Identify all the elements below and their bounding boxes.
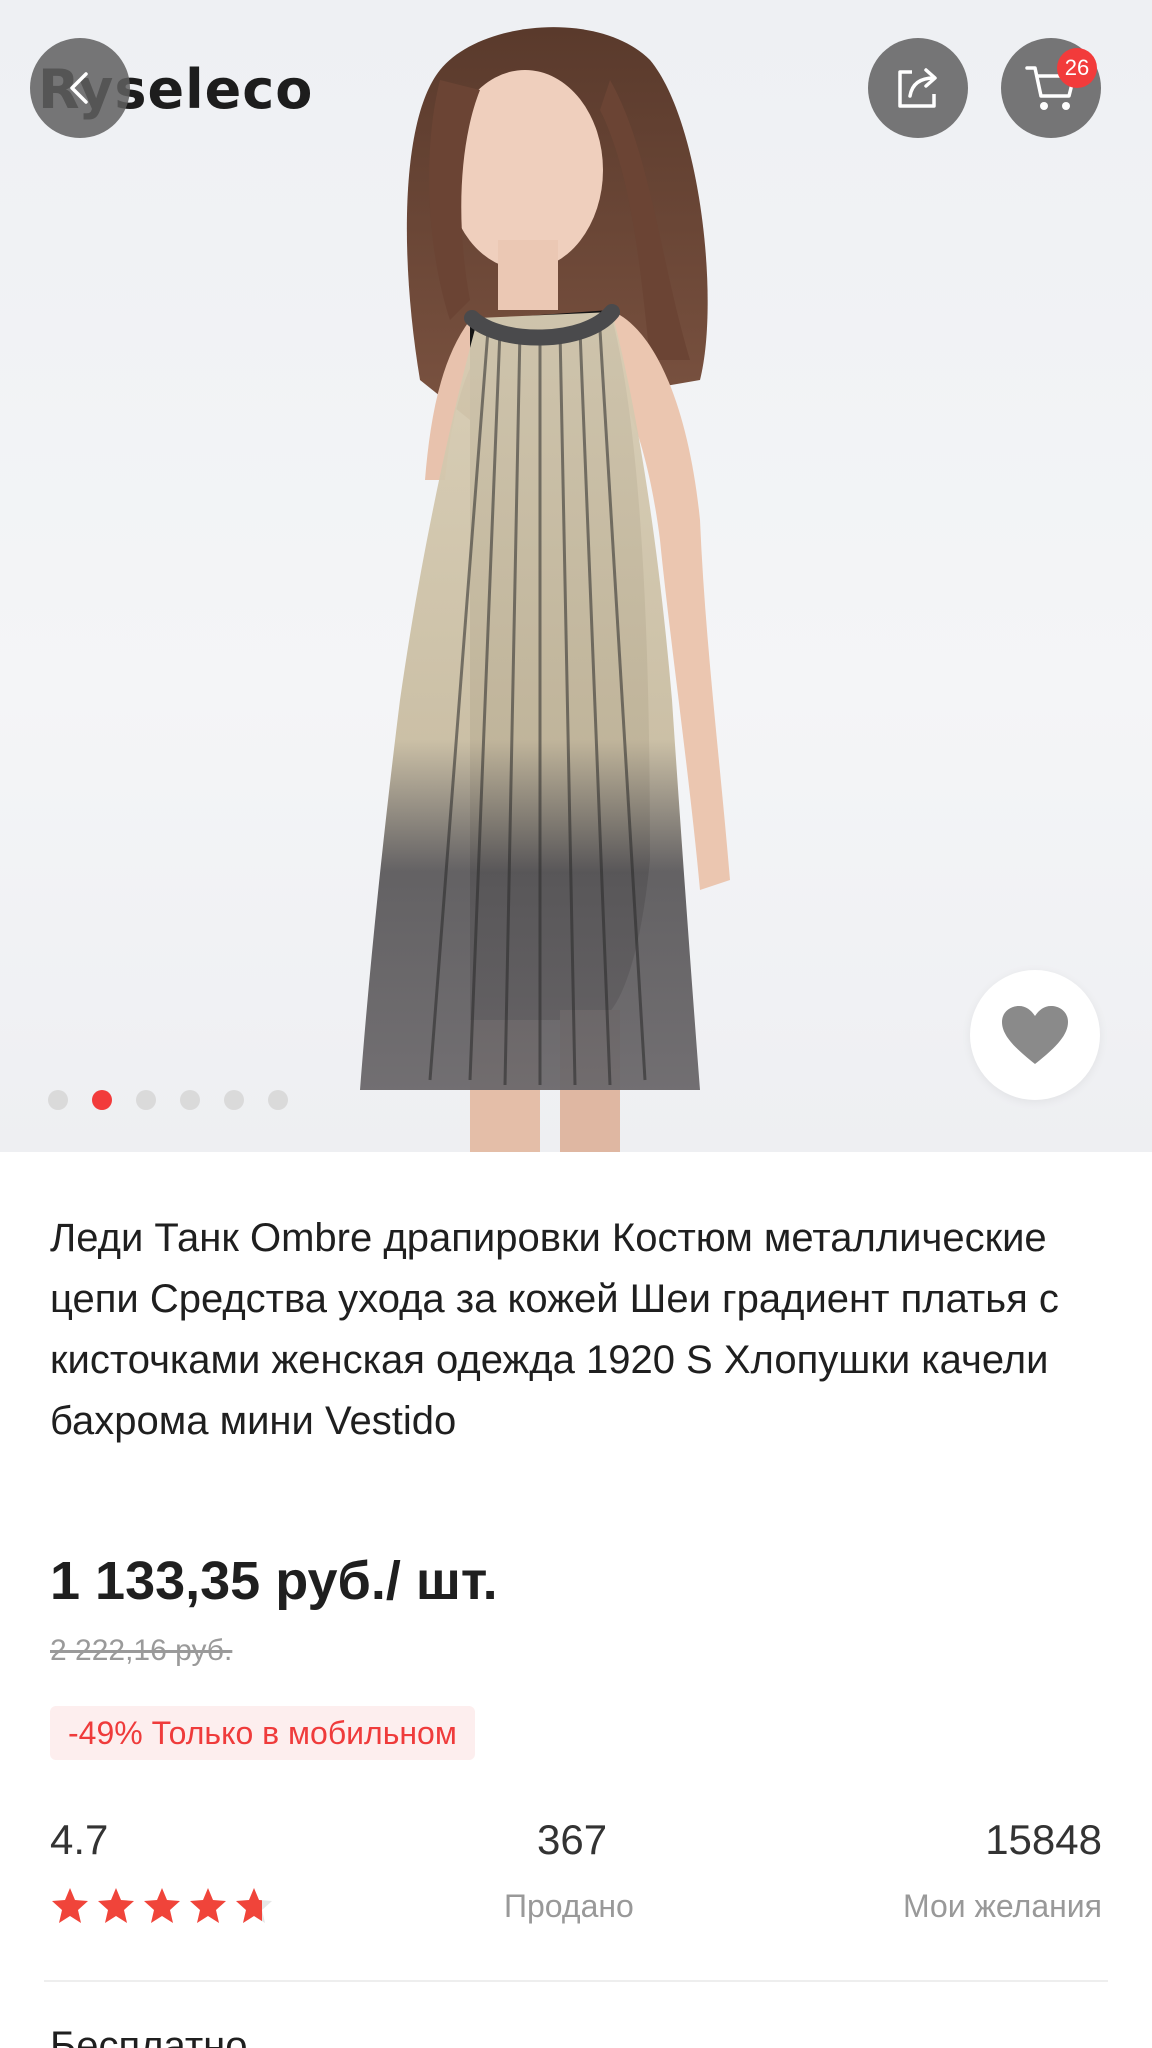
star-icon <box>52 1888 88 1923</box>
pagination-dot[interactable] <box>224 1090 244 1110</box>
divider <box>44 1980 1108 1982</box>
rating-value: 4.7 <box>50 1816 109 1863</box>
shipping-row[interactable]: Бесплатно <box>50 2024 248 2048</box>
pagination-dot-active[interactable] <box>92 1090 112 1110</box>
back-button[interactable] <box>30 38 130 138</box>
discount-badge: -49% Только в мобильном <box>50 1706 475 1760</box>
product-price: 1 133,35 руб./ шт. <box>50 1551 498 1611</box>
product-image-gallery[interactable]: Ryseleco 26 <box>0 0 1152 1152</box>
sold-label: Продано <box>504 1888 634 1924</box>
product-photo <box>360 27 730 1152</box>
pagination-dot[interactable] <box>136 1090 156 1110</box>
heart-icon <box>1002 1006 1068 1064</box>
star-icon <box>144 1888 180 1923</box>
star-half-icon <box>236 1888 272 1923</box>
pagination-dot[interactable] <box>48 1090 68 1110</box>
star-icon <box>190 1888 226 1923</box>
share-button[interactable] <box>868 38 968 138</box>
wishlist-label: Мои желания <box>902 1888 1102 1924</box>
chevron-left-icon <box>70 72 88 104</box>
sold-count: 367 <box>537 1816 608 1863</box>
gallery-pagination <box>48 1090 288 1110</box>
star-icon <box>98 1888 134 1923</box>
share-icon <box>898 68 937 108</box>
product-stats: 4.7 367 Продано 15848 Мои желания <box>50 1816 1102 1936</box>
wishlist-count: 15848 <box>985 1816 1102 1863</box>
pagination-dot[interactable] <box>180 1090 200 1110</box>
old-price: 2 222,16 руб. <box>50 1634 233 1667</box>
cart-count-badge: 26 <box>1057 48 1097 88</box>
pagination-dot[interactable] <box>268 1090 288 1110</box>
product-title: Леди Танк Ombre драпировки Костюм металл… <box>50 1216 1059 1443</box>
add-to-wishlist-button[interactable] <box>970 970 1100 1100</box>
rating-stars[interactable] <box>50 1886 274 1926</box>
